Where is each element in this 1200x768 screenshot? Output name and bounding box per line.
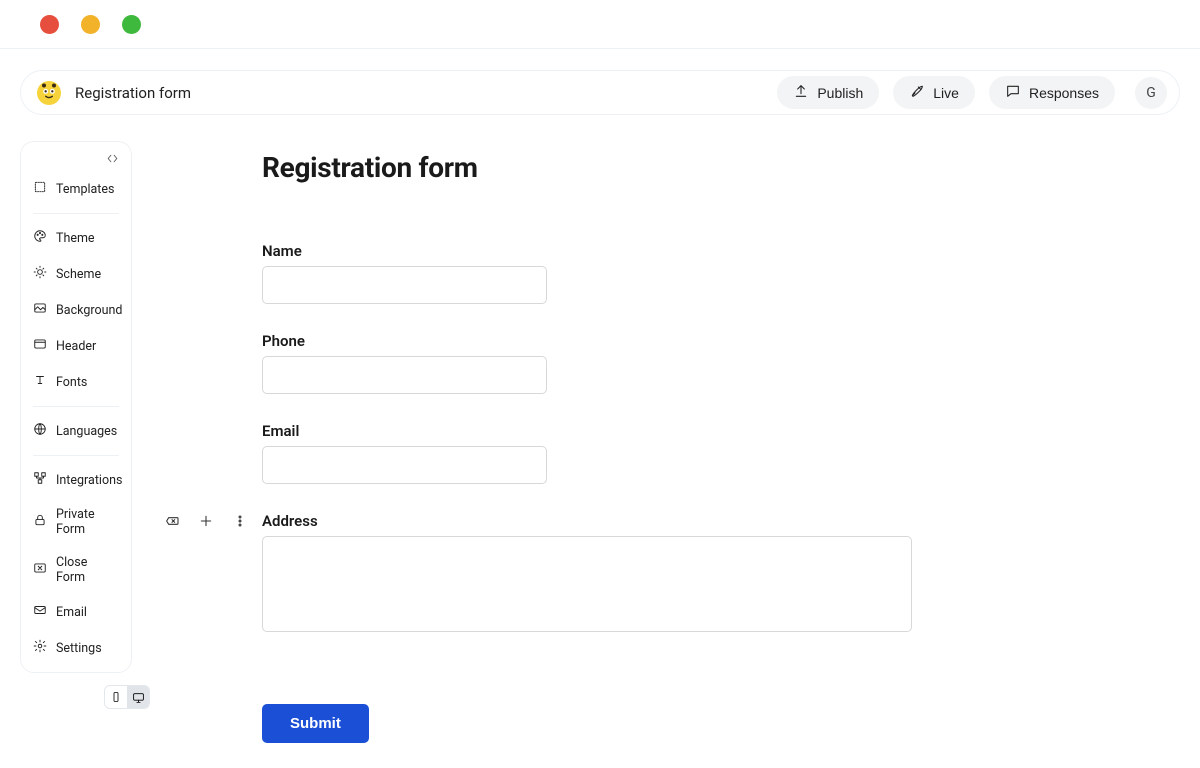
chat-icon	[1005, 83, 1021, 102]
sidebar-item-scheme[interactable]: Scheme	[27, 258, 125, 290]
form-heading: Registration form	[262, 151, 1180, 184]
responses-label: Responses	[1029, 85, 1099, 101]
field-email: Email	[262, 422, 1180, 484]
sidebar-item-theme[interactable]: Theme	[27, 222, 125, 254]
divider	[33, 406, 119, 407]
palette-icon	[33, 229, 47, 247]
sidebar-item-label: Templates	[56, 182, 114, 197]
templates-icon	[33, 180, 47, 198]
avatar[interactable]: G	[1135, 77, 1167, 109]
sidebar-item-label: Email	[56, 605, 87, 620]
block-actions	[166, 141, 246, 743]
top-bar: Registration form Publish Live Responses…	[20, 70, 1180, 115]
sidebar-item-private[interactable]: Private Form	[27, 500, 125, 544]
sidebar-item-integrations[interactable]: Integrations	[27, 464, 125, 496]
phone-label: Phone	[262, 332, 1180, 350]
address-label: Address	[262, 512, 1180, 530]
form-canvas: Registration form Name Phone Email Addre…	[262, 141, 1180, 743]
divider	[33, 213, 119, 214]
sidebar-item-background[interactable]: Background	[27, 294, 125, 326]
name-label: Name	[262, 242, 1180, 260]
publish-label: Publish	[817, 85, 863, 101]
name-input[interactable]	[262, 266, 547, 304]
maximize-window-icon[interactable]	[122, 15, 141, 34]
delete-icon[interactable]	[164, 513, 180, 533]
sidebar-item-label: Settings	[56, 641, 102, 656]
desktop-view-button[interactable]	[127, 686, 149, 708]
field-address: Address	[262, 512, 1180, 636]
sidebar-item-label: Scheme	[56, 267, 101, 282]
field-phone: Phone	[262, 332, 1180, 394]
collapse-icon[interactable]	[27, 150, 125, 169]
upload-icon	[793, 83, 809, 102]
page-title: Registration form	[75, 84, 191, 102]
close-form-icon	[33, 561, 47, 579]
sidebar-item-label: Background	[56, 303, 122, 318]
sun-icon	[33, 265, 47, 283]
sidebar-item-templates[interactable]: Templates	[27, 173, 125, 205]
device-toggle	[104, 685, 150, 709]
sidebar: Templates Theme Scheme Background Header	[20, 141, 132, 673]
submit-button[interactable]: Submit	[262, 704, 369, 743]
sidebar-item-header[interactable]: Header	[27, 330, 125, 362]
sidebar-item-label: Fonts	[56, 375, 87, 390]
live-label: Live	[933, 85, 959, 101]
live-button[interactable]: Live	[893, 76, 975, 109]
type-icon	[33, 373, 47, 391]
email-label: Email	[262, 422, 1180, 440]
more-icon[interactable]	[232, 513, 248, 533]
publish-button[interactable]: Publish	[777, 76, 879, 109]
phone-input[interactable]	[262, 356, 547, 394]
sidebar-item-settings[interactable]: Settings	[27, 632, 125, 664]
rocket-icon	[909, 83, 925, 102]
sidebar-item-label: Header	[56, 339, 96, 354]
responses-button[interactable]: Responses	[989, 76, 1115, 109]
minimize-window-icon[interactable]	[81, 15, 100, 34]
sidebar-item-label: Theme	[56, 231, 95, 246]
sidebar-item-label: Integrations	[56, 473, 122, 488]
divider	[33, 455, 119, 456]
image-icon	[33, 301, 47, 319]
mobile-view-button[interactable]	[105, 686, 127, 708]
sidebar-item-close[interactable]: Close Form	[27, 548, 125, 592]
lock-icon	[33, 513, 47, 531]
field-name: Name	[262, 242, 1180, 304]
app-logo-icon	[37, 81, 61, 105]
sidebar-item-label: Languages	[56, 424, 117, 439]
mail-icon	[33, 603, 47, 621]
divider	[0, 48, 1200, 49]
close-window-icon[interactable]	[40, 15, 59, 34]
gear-icon	[33, 639, 47, 657]
sidebar-item-languages[interactable]: Languages	[27, 415, 125, 447]
address-input[interactable]	[262, 536, 912, 632]
sidebar-item-fonts[interactable]: Fonts	[27, 366, 125, 398]
globe-icon	[33, 422, 47, 440]
sidebar-item-label: Close Form	[56, 555, 119, 585]
email-input[interactable]	[262, 446, 547, 484]
layout-icon	[33, 337, 47, 355]
sidebar-item-email[interactable]: Email	[27, 596, 125, 628]
nodes-icon	[33, 471, 47, 489]
sidebar-item-label: Private Form	[56, 507, 119, 537]
add-icon[interactable]	[198, 513, 214, 533]
window-traffic-lights	[0, 0, 1200, 48]
